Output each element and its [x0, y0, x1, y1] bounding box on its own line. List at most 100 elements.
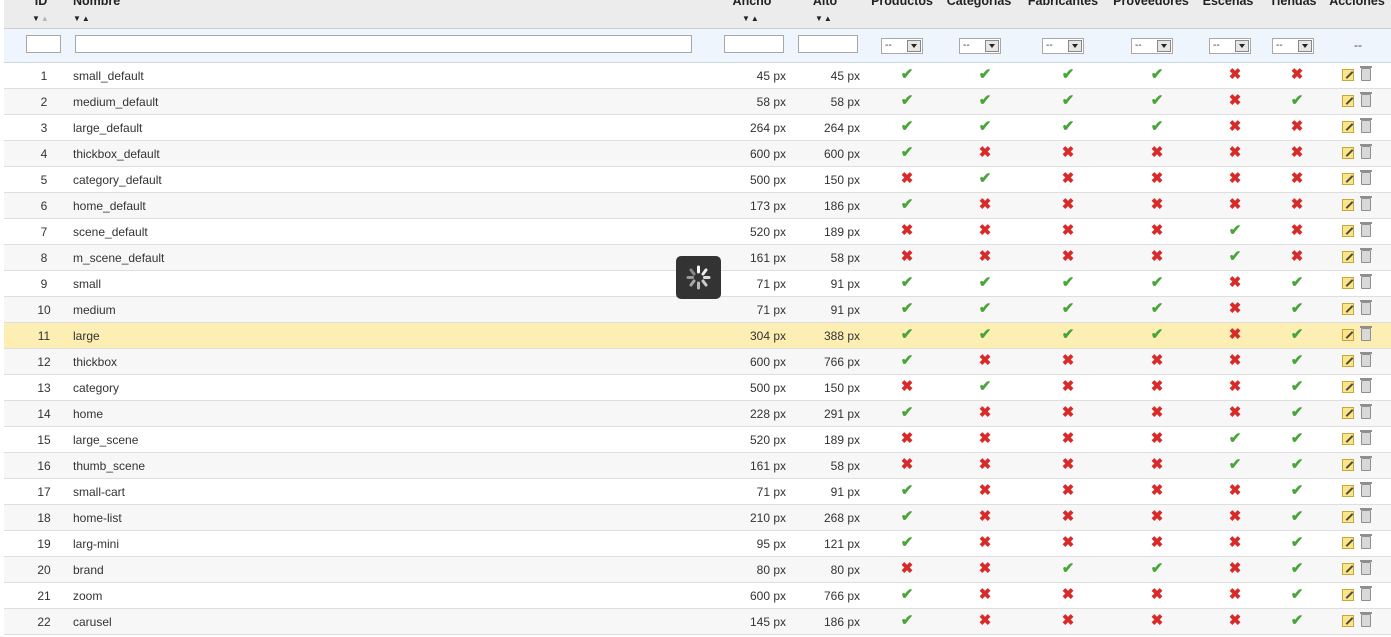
delete-icon[interactable] — [1360, 534, 1372, 549]
cross-icon-manufacturers[interactable]: ✖ — [1061, 483, 1075, 498]
check-icon-suppliers[interactable]: ✔ — [1150, 93, 1164, 108]
check-icon-products[interactable]: ✔ — [900, 93, 914, 108]
edit-icon[interactable] — [1342, 355, 1354, 367]
cross-icon-scenes[interactable]: ✖ — [1228, 93, 1242, 108]
cross-icon-manufacturers[interactable]: ✖ — [1061, 249, 1075, 264]
cross-icon-scenes[interactable]: ✖ — [1228, 301, 1242, 316]
check-icon-products[interactable]: ✔ — [900, 327, 914, 342]
sort-arrows-height[interactable]: ▼▲ — [815, 14, 833, 23]
filter-height-input[interactable] — [798, 35, 858, 53]
cross-icon-products[interactable]: ✖ — [900, 457, 914, 472]
check-icon-suppliers[interactable]: ✔ — [1150, 67, 1164, 82]
check-icon-products[interactable]: ✔ — [900, 353, 914, 368]
check-icon-suppliers[interactable]: ✔ — [1150, 301, 1164, 316]
cross-icon-suppliers[interactable]: ✖ — [1150, 509, 1164, 524]
table-row[interactable]: 14 home 228 px 291 px ✔ ✖ ✖ ✖ ✖ ✔ — [4, 401, 1391, 427]
filter-name-input[interactable] — [75, 35, 692, 53]
table-row[interactable]: 12 thickbox 600 px 766 px ✔ ✖ ✖ ✖ ✖ ✔ — [4, 349, 1391, 375]
filter-manufacturers-select[interactable]: -- — [1042, 38, 1084, 54]
edit-icon[interactable] — [1342, 173, 1354, 185]
table-row[interactable]: 16 thumb_scene 161 px 58 px ✖ ✖ ✖ ✖ ✔ ✔ — [4, 453, 1391, 479]
check-icon-suppliers[interactable]: ✔ — [1150, 561, 1164, 576]
edit-icon[interactable] — [1342, 251, 1354, 263]
delete-icon[interactable] — [1360, 482, 1372, 497]
check-icon-manufacturers[interactable]: ✔ — [1061, 67, 1075, 82]
edit-icon[interactable] — [1342, 95, 1354, 107]
delete-icon[interactable] — [1360, 144, 1372, 159]
cross-icon-scenes[interactable]: ✖ — [1228, 327, 1242, 342]
edit-icon[interactable] — [1342, 277, 1354, 289]
cross-icon-scenes[interactable]: ✖ — [1228, 119, 1242, 134]
column-header-width[interactable]: Ancho — [724, 0, 780, 8]
check-icon-manufacturers[interactable]: ✔ — [1061, 119, 1075, 134]
cross-icon-manufacturers[interactable]: ✖ — [1061, 431, 1075, 446]
table-row[interactable]: 22 carusel 145 px 186 px ✔ ✖ ✖ ✖ ✖ ✔ — [4, 609, 1391, 635]
cross-icon-suppliers[interactable]: ✖ — [1150, 405, 1164, 420]
cross-icon-categories[interactable]: ✖ — [978, 223, 992, 238]
cross-icon-products[interactable]: ✖ — [900, 379, 914, 394]
delete-icon[interactable] — [1360, 300, 1372, 315]
delete-icon[interactable] — [1360, 378, 1372, 393]
cross-icon-scenes[interactable]: ✖ — [1228, 535, 1242, 550]
cross-icon-categories[interactable]: ✖ — [978, 431, 992, 446]
edit-icon[interactable] — [1342, 329, 1354, 341]
table-row[interactable]: 7 scene_default 520 px 189 px ✖ ✖ ✖ ✖ ✔ ✖ — [4, 219, 1391, 245]
cross-icon-suppliers[interactable]: ✖ — [1150, 171, 1164, 186]
delete-icon[interactable] — [1360, 586, 1372, 601]
check-icon-stores[interactable]: ✔ — [1290, 457, 1304, 472]
check-icon-products[interactable]: ✔ — [900, 613, 914, 628]
check-icon-stores[interactable]: ✔ — [1290, 353, 1304, 368]
edit-icon[interactable] — [1342, 147, 1354, 159]
check-icon-manufacturers[interactable]: ✔ — [1061, 275, 1075, 290]
check-icon-products[interactable]: ✔ — [900, 119, 914, 134]
delete-icon[interactable] — [1360, 352, 1372, 367]
delete-icon[interactable] — [1360, 92, 1372, 107]
delete-icon[interactable] — [1360, 118, 1372, 133]
cross-icon-products[interactable]: ✖ — [900, 431, 914, 446]
check-icon-stores[interactable]: ✔ — [1290, 587, 1304, 602]
check-icon-stores[interactable]: ✔ — [1290, 275, 1304, 290]
filter-width-input[interactable] — [724, 35, 784, 53]
check-icon-stores[interactable]: ✔ — [1290, 613, 1304, 628]
check-icon-scenes[interactable]: ✔ — [1228, 457, 1242, 472]
cross-icon-suppliers[interactable]: ✖ — [1150, 483, 1164, 498]
cross-icon-manufacturers[interactable]: ✖ — [1061, 405, 1075, 420]
edit-icon[interactable] — [1342, 121, 1354, 133]
cross-icon-categories[interactable]: ✖ — [978, 249, 992, 264]
check-icon-scenes[interactable]: ✔ — [1228, 249, 1242, 264]
cross-icon-manufacturers[interactable]: ✖ — [1061, 171, 1075, 186]
table-row[interactable]: 17 small-cart 71 px 91 px ✔ ✖ ✖ ✖ ✖ ✔ — [4, 479, 1391, 505]
cross-icon-suppliers[interactable]: ✖ — [1150, 613, 1164, 628]
check-icon-products[interactable]: ✔ — [900, 67, 914, 82]
check-icon-products[interactable]: ✔ — [900, 275, 914, 290]
cross-icon-products[interactable]: ✖ — [900, 223, 914, 238]
check-icon-manufacturers[interactable]: ✔ — [1061, 327, 1075, 342]
check-icon-products[interactable]: ✔ — [900, 509, 914, 524]
check-icon-stores[interactable]: ✔ — [1290, 431, 1304, 446]
cross-icon-scenes[interactable]: ✖ — [1228, 587, 1242, 602]
filter-stores-select[interactable]: -- — [1272, 38, 1314, 54]
cross-icon-categories[interactable]: ✖ — [978, 535, 992, 550]
cross-icon-categories[interactable]: ✖ — [978, 587, 992, 602]
delete-icon[interactable] — [1360, 456, 1372, 471]
check-icon-stores[interactable]: ✔ — [1290, 301, 1304, 316]
cross-icon-suppliers[interactable]: ✖ — [1150, 587, 1164, 602]
check-icon-categories[interactable]: ✔ — [978, 93, 992, 108]
cross-icon-scenes[interactable]: ✖ — [1228, 67, 1242, 82]
delete-icon[interactable] — [1360, 560, 1372, 575]
check-icon-categories[interactable]: ✔ — [978, 171, 992, 186]
delete-icon[interactable] — [1360, 170, 1372, 185]
check-icon-stores[interactable]: ✔ — [1290, 483, 1304, 498]
cross-icon-categories[interactable]: ✖ — [978, 353, 992, 368]
cross-icon-scenes[interactable]: ✖ — [1228, 197, 1242, 212]
edit-icon[interactable] — [1342, 69, 1354, 81]
check-icon-stores[interactable]: ✔ — [1290, 379, 1304, 394]
check-icon-suppliers[interactable]: ✔ — [1150, 275, 1164, 290]
edit-icon[interactable] — [1342, 537, 1354, 549]
cross-icon-manufacturers[interactable]: ✖ — [1061, 509, 1075, 524]
cross-icon-scenes[interactable]: ✖ — [1228, 561, 1242, 576]
cross-icon-categories[interactable]: ✖ — [978, 613, 992, 628]
cross-icon-categories[interactable]: ✖ — [978, 457, 992, 472]
check-icon-products[interactable]: ✔ — [900, 301, 914, 316]
edit-icon[interactable] — [1342, 459, 1354, 471]
